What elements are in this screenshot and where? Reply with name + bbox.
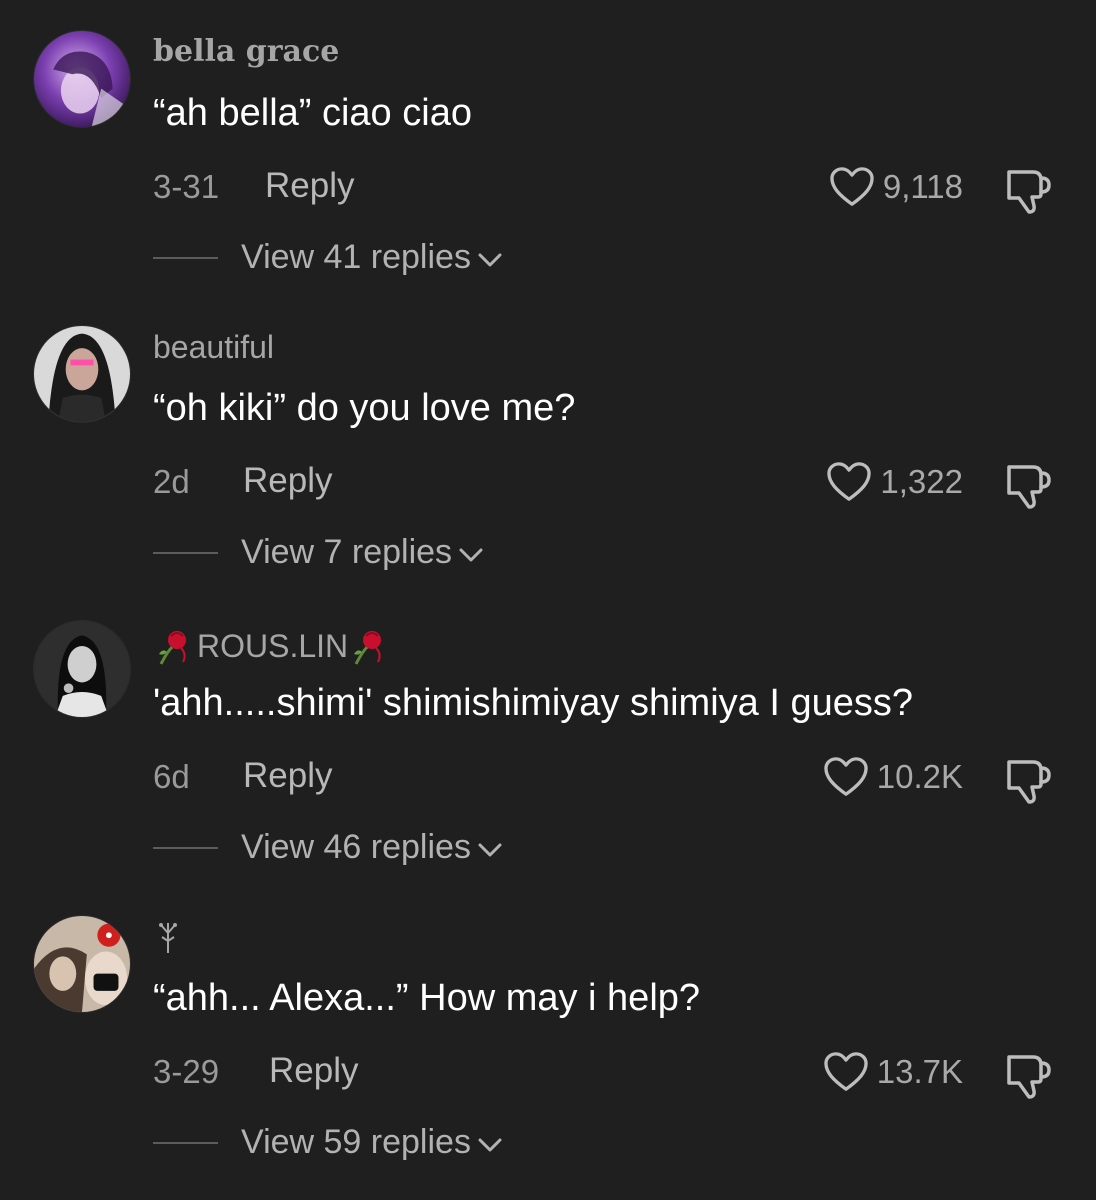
thumbs-down-icon: [1007, 465, 1051, 509]
comment-item: ROUS.LIN 'ahh.....shimi' shimishimiyay s…: [0, 590, 1096, 885]
chevron-down-icon: [478, 1138, 502, 1151]
comment-item: “ahh... Alexa...” How may i help? 3-29 R…: [0, 885, 1096, 1180]
comment-date: 3-31: [153, 168, 220, 205]
comment-item: bella grace “ah bella” ciao ciao 3-31 Re…: [0, 0, 1096, 295]
like-button[interactable]: 10.2K: [823, 756, 963, 798]
avatar[interactable]: [33, 915, 131, 1013]
view-replies-button[interactable]: View 41 replies: [241, 238, 503, 277]
like-count: 13.7K: [876, 1053, 963, 1090]
chevron-down-icon: [478, 843, 502, 856]
reply-button[interactable]: Reply: [243, 461, 332, 501]
thumbs-down-icon: [1007, 170, 1051, 214]
avatar-image: [34, 31, 130, 127]
heart-outline-icon: [824, 757, 868, 796]
thread-line: [153, 552, 218, 554]
view-replies-button[interactable]: View 59 replies: [241, 1123, 503, 1162]
avatar-image: [34, 916, 130, 1012]
rose-icon: [348, 624, 392, 668]
heart-outline-icon: [824, 1052, 868, 1091]
dislike-button[interactable]: [1003, 1049, 1055, 1101]
avatar[interactable]: [33, 325, 131, 423]
reply-button[interactable]: Reply: [265, 166, 354, 206]
avatar-image: [34, 326, 130, 422]
view-replies-label: View 59 replies: [241, 1123, 471, 1161]
comment-date: 3-29: [153, 1053, 220, 1090]
comment-text: “ahh... Alexa...” How may i help?: [153, 977, 701, 1019]
comment-date: 6d: [153, 758, 190, 795]
like-button[interactable]: 9,118: [829, 166, 963, 208]
reply-button[interactable]: Reply: [269, 1051, 358, 1091]
dislike-button[interactable]: [1003, 459, 1055, 511]
rose-icon: [153, 624, 197, 668]
reply-button[interactable]: Reply: [243, 756, 332, 796]
comment-date: 2d: [153, 463, 190, 500]
username[interactable]: [153, 919, 183, 955]
dislike-button[interactable]: [1003, 754, 1055, 806]
comment-item: beautiful “oh kiki” do you love me? 2d R…: [0, 295, 1096, 590]
view-replies-button[interactable]: View 7 replies: [241, 533, 484, 572]
heart-outline-icon: [830, 167, 874, 206]
chevron-down-icon: [478, 253, 502, 266]
view-replies-label: View 7 replies: [241, 533, 453, 571]
avatar[interactable]: [33, 620, 131, 718]
view-replies-button[interactable]: View 46 replies: [241, 828, 503, 867]
username-label: ROUS.LIN: [197, 627, 349, 664]
heart-outline-icon: [827, 462, 872, 501]
username[interactable]: ROUS.LIN: [153, 624, 392, 668]
thread-line: [153, 1142, 218, 1144]
thumbs-down-icon: [1007, 760, 1051, 804]
comment-text: 'ahh.....shimi' shimishimiyay shimiya I …: [153, 682, 913, 724]
comment-text: “ah bella” ciao ciao: [153, 92, 472, 134]
username[interactable]: beautiful: [153, 329, 274, 366]
view-replies-label: View 46 replies: [241, 828, 471, 866]
like-button[interactable]: 13.7K: [823, 1051, 963, 1093]
avatar[interactable]: [33, 30, 131, 128]
like-button[interactable]: 1,322: [826, 461, 963, 503]
like-count: 10.2K: [876, 758, 963, 795]
thread-line: [153, 847, 218, 849]
plant-glyph-icon: [159, 923, 177, 953]
thumbs-down-icon: [1007, 1055, 1051, 1099]
view-replies-label: View 41 replies: [241, 238, 471, 276]
like-count: 1,322: [880, 463, 963, 500]
comment-feed: bella grace “ah bella” ciao ciao 3-31 Re…: [0, 0, 1096, 1200]
thread-line: [153, 257, 218, 259]
chevron-down-icon: [459, 548, 483, 561]
like-count: 9,118: [882, 168, 963, 205]
avatar-image: [34, 621, 130, 717]
username[interactable]: bella grace: [153, 34, 339, 69]
dislike-button[interactable]: [1003, 164, 1055, 216]
comment-text: “oh kiki” do you love me?: [153, 387, 576, 429]
